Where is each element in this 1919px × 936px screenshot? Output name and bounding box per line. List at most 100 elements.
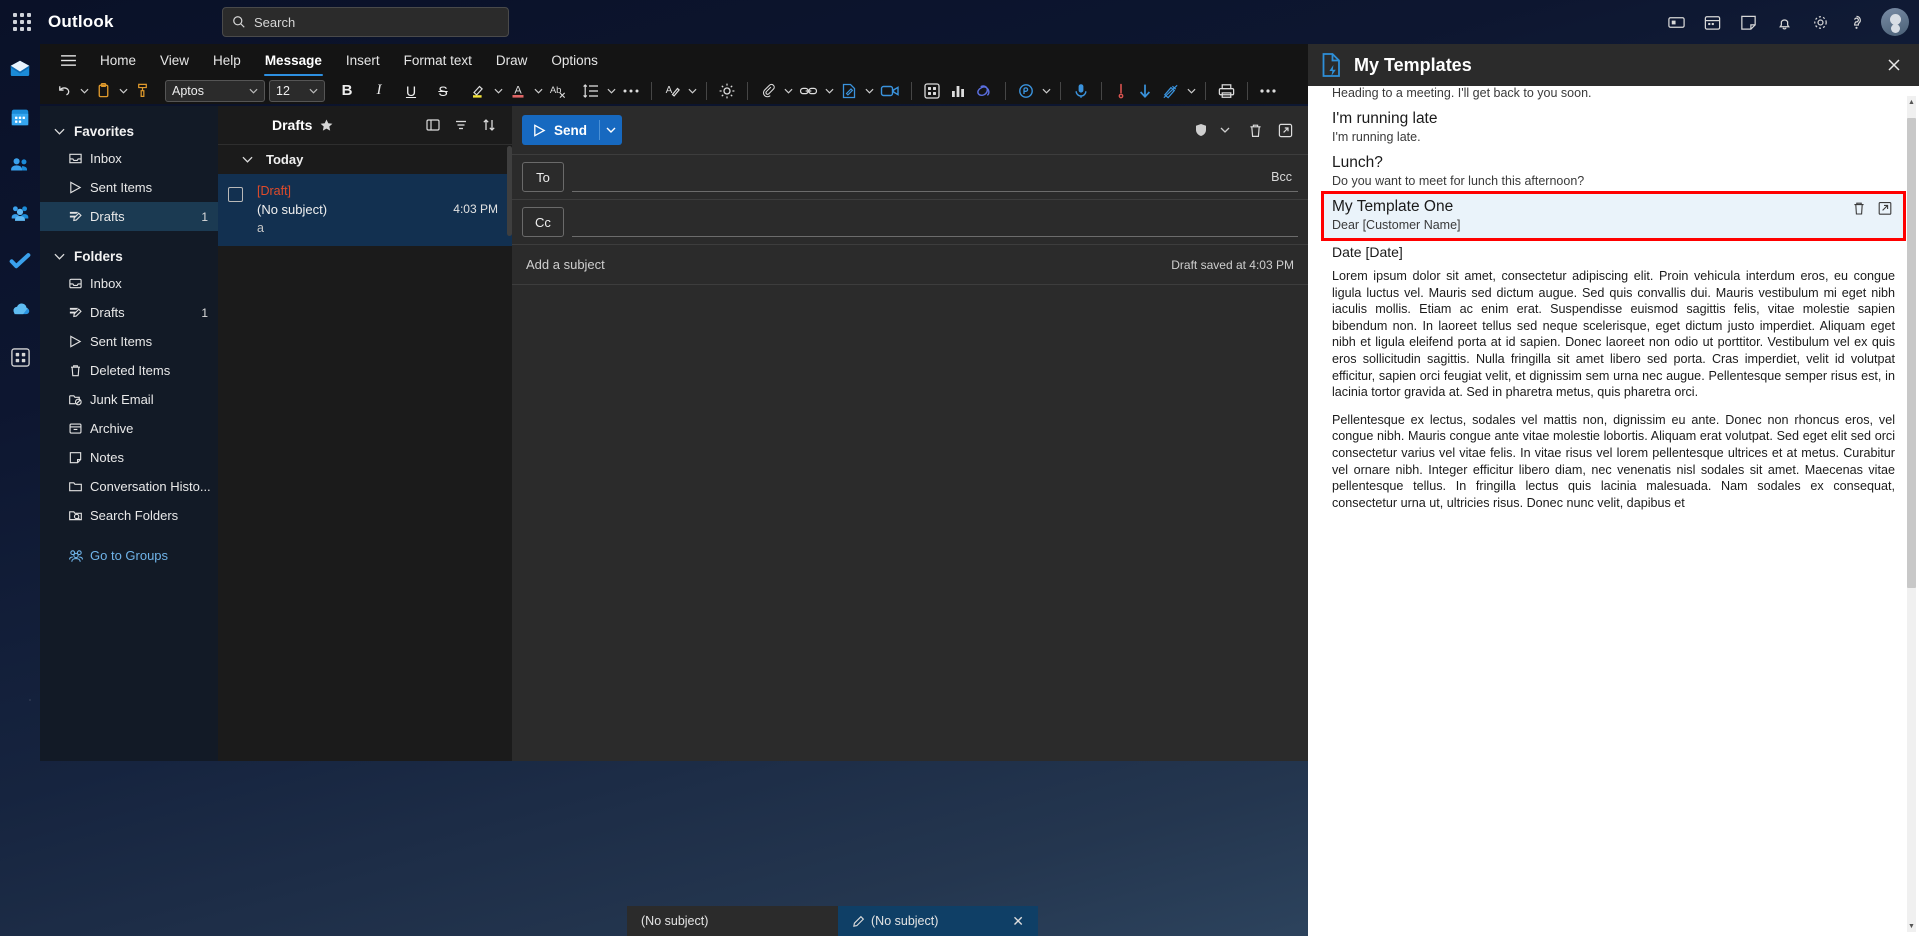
- message-select-checkbox[interactable]: [228, 187, 243, 202]
- to-button[interactable]: To: [522, 162, 564, 192]
- sensitivity-dropdown[interactable]: [1184, 79, 1198, 103]
- discard-icon[interactable]: [1242, 117, 1268, 143]
- taskbar-window-active[interactable]: (No subject) ✕: [838, 906, 1038, 936]
- sidebar-item-conversation-history[interactable]: Conversation Histo...: [40, 472, 218, 501]
- help-icon[interactable]: [1841, 7, 1871, 37]
- dictate-button[interactable]: [1068, 78, 1094, 104]
- cc-input[interactable]: [572, 207, 1298, 237]
- sidebar-item-search-folders[interactable]: Search Folders: [40, 501, 218, 530]
- template-item-selected[interactable]: My Template One Dear [Customer Name]: [1321, 191, 1906, 241]
- bell-icon[interactable]: [1769, 7, 1799, 37]
- popout-icon[interactable]: [1272, 117, 1298, 143]
- editor-dropdown[interactable]: [685, 79, 699, 103]
- star-icon[interactable]: [319, 118, 334, 133]
- tab-options[interactable]: Options: [539, 44, 610, 77]
- sidebar-item-archive[interactable]: Archive: [40, 414, 218, 443]
- sidebar-item-favorites-drafts[interactable]: Drafts 1: [40, 202, 218, 231]
- paste-dropdown[interactable]: [116, 79, 130, 103]
- tab-home[interactable]: Home: [88, 44, 148, 77]
- message-list-item[interactable]: [Draft] (No subject) a 4:03 PM: [218, 174, 512, 246]
- app-launcher-button[interactable]: [0, 0, 44, 44]
- apps-button[interactable]: [919, 78, 945, 104]
- reading-pane-icon[interactable]: [420, 112, 446, 138]
- viva-insights-dropdown[interactable]: [1039, 79, 1053, 103]
- signature-button[interactable]: [836, 78, 862, 104]
- attach-dropdown[interactable]: [781, 79, 795, 103]
- sensitivity-dropdown-icon[interactable]: [1218, 117, 1232, 143]
- format-painter-button[interactable]: [130, 78, 155, 104]
- sensitivity-shield-icon[interactable]: [1188, 117, 1214, 143]
- sidebar-item-drafts[interactable]: Drafts 1: [40, 298, 218, 327]
- link-dropdown[interactable]: [822, 79, 836, 103]
- font-color-button[interactable]: A: [505, 78, 531, 104]
- rail-item-apps[interactable]: [3, 340, 37, 374]
- line-spacing-button[interactable]: [578, 78, 604, 104]
- rail-item-to-do[interactable]: [3, 244, 37, 278]
- rail-item-calendar[interactable]: [3, 100, 37, 134]
- templates-scrollbar[interactable]: ▲ ▼: [1907, 96, 1916, 932]
- viva-insights-button[interactable]: [1013, 78, 1039, 104]
- tab-draw[interactable]: Draw: [484, 44, 540, 77]
- clear-formatting-button[interactable]: Ab: [545, 78, 572, 104]
- line-spacing-dropdown[interactable]: [604, 79, 618, 103]
- close-icon[interactable]: ✕: [1000, 913, 1024, 930]
- search-box[interactable]: Search: [222, 7, 509, 37]
- more-formatting-button[interactable]: [618, 78, 644, 104]
- notes-icon[interactable]: [1733, 7, 1763, 37]
- taskbar-window-inactive[interactable]: (No subject): [627, 906, 842, 936]
- rail-item-groups[interactable]: [3, 196, 37, 230]
- sidebar-item-favorites-inbox[interactable]: Inbox: [40, 144, 218, 173]
- rail-item-onedrive[interactable]: [3, 292, 37, 326]
- font-family-select[interactable]: Aptos: [165, 79, 265, 102]
- scroll-up-arrow-icon[interactable]: ▲: [1907, 96, 1916, 108]
- tab-format-text[interactable]: Format text: [392, 44, 484, 77]
- attach-button[interactable]: [755, 78, 781, 104]
- rail-item-people[interactable]: [3, 148, 37, 182]
- bold-button[interactable]: B: [335, 78, 359, 104]
- to-input[interactable]: [572, 162, 1298, 192]
- sidebar-item-inbox[interactable]: Inbox: [40, 269, 218, 298]
- high-importance-button[interactable]: [1109, 78, 1133, 104]
- tab-help[interactable]: Help: [201, 44, 253, 77]
- calendar-top-icon[interactable]: [1697, 7, 1727, 37]
- tab-insert[interactable]: Insert: [334, 44, 392, 77]
- folders-group-header[interactable]: Folders: [40, 243, 218, 269]
- message-group-today[interactable]: Today: [218, 144, 512, 174]
- favorites-group-header[interactable]: Favorites: [40, 118, 218, 144]
- sensitivity-button[interactable]: [1157, 78, 1184, 104]
- undo-button[interactable]: [52, 78, 77, 104]
- link-button[interactable]: [795, 78, 822, 104]
- more-options-button[interactable]: [1255, 78, 1281, 104]
- strikethrough-button[interactable]: S: [431, 78, 455, 104]
- close-icon[interactable]: [1881, 52, 1907, 78]
- sort-icon[interactable]: [476, 112, 502, 138]
- template-item[interactable]: Lunch? Do you want to meet for lunch thi…: [1324, 150, 1903, 194]
- signature-dropdown[interactable]: [862, 79, 876, 103]
- sidebar-item-sent-items[interactable]: Sent Items: [40, 327, 218, 356]
- template-item[interactable]: Heading to a meeting. I'll get back to y…: [1324, 86, 1903, 106]
- cc-button[interactable]: Cc: [522, 207, 564, 237]
- rail-item-mail[interactable]: [3, 52, 37, 86]
- paste-button[interactable]: [91, 78, 116, 104]
- font-color-dropdown[interactable]: [531, 79, 545, 103]
- low-importance-button[interactable]: [1133, 78, 1157, 104]
- tab-view[interactable]: View: [148, 44, 201, 77]
- immersive-reader-button[interactable]: [714, 78, 740, 104]
- video-button[interactable]: [876, 78, 904, 104]
- underline-button[interactable]: U: [399, 78, 423, 104]
- sidebar-item-junk-email[interactable]: Junk Email: [40, 385, 218, 414]
- italic-button[interactable]: I: [367, 78, 391, 104]
- ribbon-menu-button[interactable]: [48, 44, 88, 77]
- bcc-button[interactable]: Bcc: [1271, 170, 1292, 184]
- sidebar-item-favorites-sent[interactable]: Sent Items: [40, 173, 218, 202]
- scrollbar-thumb[interactable]: [1907, 118, 1916, 588]
- poll-button[interactable]: [945, 78, 971, 104]
- editor-button[interactable]: A: [659, 78, 685, 104]
- print-button[interactable]: [1213, 78, 1240, 104]
- font-size-select[interactable]: 12: [269, 79, 325, 102]
- message-body-editor[interactable]: [512, 284, 1308, 761]
- filter-icon[interactable]: [448, 112, 474, 138]
- gear-icon[interactable]: [1805, 7, 1835, 37]
- edit-icon[interactable]: [1877, 200, 1893, 216]
- send-options-icon[interactable]: [600, 127, 622, 133]
